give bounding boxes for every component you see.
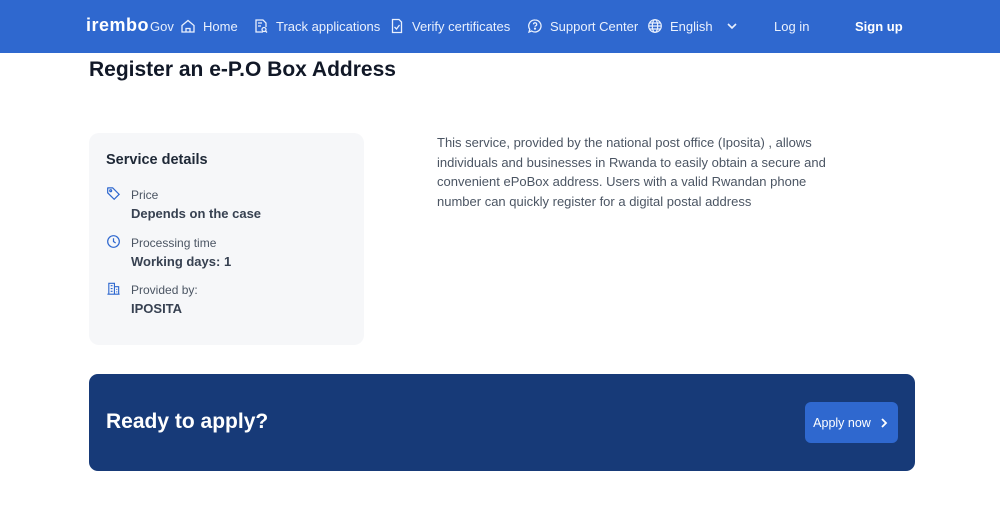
apply-now-label: Apply now [813, 415, 871, 430]
top-navigation-bar: irembo Gov Home Track applications Verif… [0, 0, 1000, 53]
chevron-down-icon [727, 23, 737, 30]
globe-icon [648, 19, 662, 33]
nav-support-center[interactable]: Support Center [527, 16, 638, 36]
apply-banner-title: Ready to apply? [106, 410, 269, 433]
language-selector[interactable]: English [647, 16, 739, 36]
processing-time-value: Working days: 1 [131, 254, 232, 269]
nav-home[interactable]: Home [180, 16, 238, 36]
nav-verify-label: Verify certificates [412, 18, 511, 34]
apply-banner: Ready to apply? Apply now [89, 374, 915, 471]
document-search-icon [255, 19, 268, 33]
chevron-right-icon [881, 417, 888, 428]
processing-time-label: Processing time [131, 236, 217, 250]
irembo-gov-logo[interactable]: irembo Gov [86, 15, 174, 37]
logo-suffix: Gov [150, 19, 174, 34]
provider-value: IPOSITA [131, 301, 183, 316]
nav-track-label: Track applications [276, 18, 381, 34]
clock-icon [107, 235, 120, 248]
nav-home-label: Home [203, 18, 238, 34]
service-details-card: Service details Price Depends on the cas… [89, 133, 364, 345]
chat-help-icon [527, 19, 542, 34]
price-value: Depends on the case [131, 206, 262, 221]
signup-link[interactable]: Sign up [855, 16, 903, 36]
service-details-heading: Service details [106, 152, 208, 168]
price-label: Price [131, 188, 159, 202]
nav-track-applications[interactable]: Track applications [253, 16, 380, 36]
tag-icon [107, 187, 120, 201]
logo-text: irembo [86, 15, 150, 35]
nav-support-label: Support Center [550, 18, 639, 34]
home-icon [181, 19, 195, 33]
apply-now-button[interactable]: Apply now [805, 402, 898, 443]
service-description: This service, provided by the national p… [437, 135, 826, 209]
document-check-icon [391, 18, 403, 34]
language-label: English [670, 18, 713, 34]
login-link[interactable]: Log in [774, 16, 809, 36]
provider-label: Provided by: [131, 283, 198, 297]
building-icon [107, 282, 120, 295]
nav-verify-certificates[interactable]: Verify certificates [389, 16, 510, 36]
page-title: Register an e-P.O Box Address [89, 58, 396, 81]
